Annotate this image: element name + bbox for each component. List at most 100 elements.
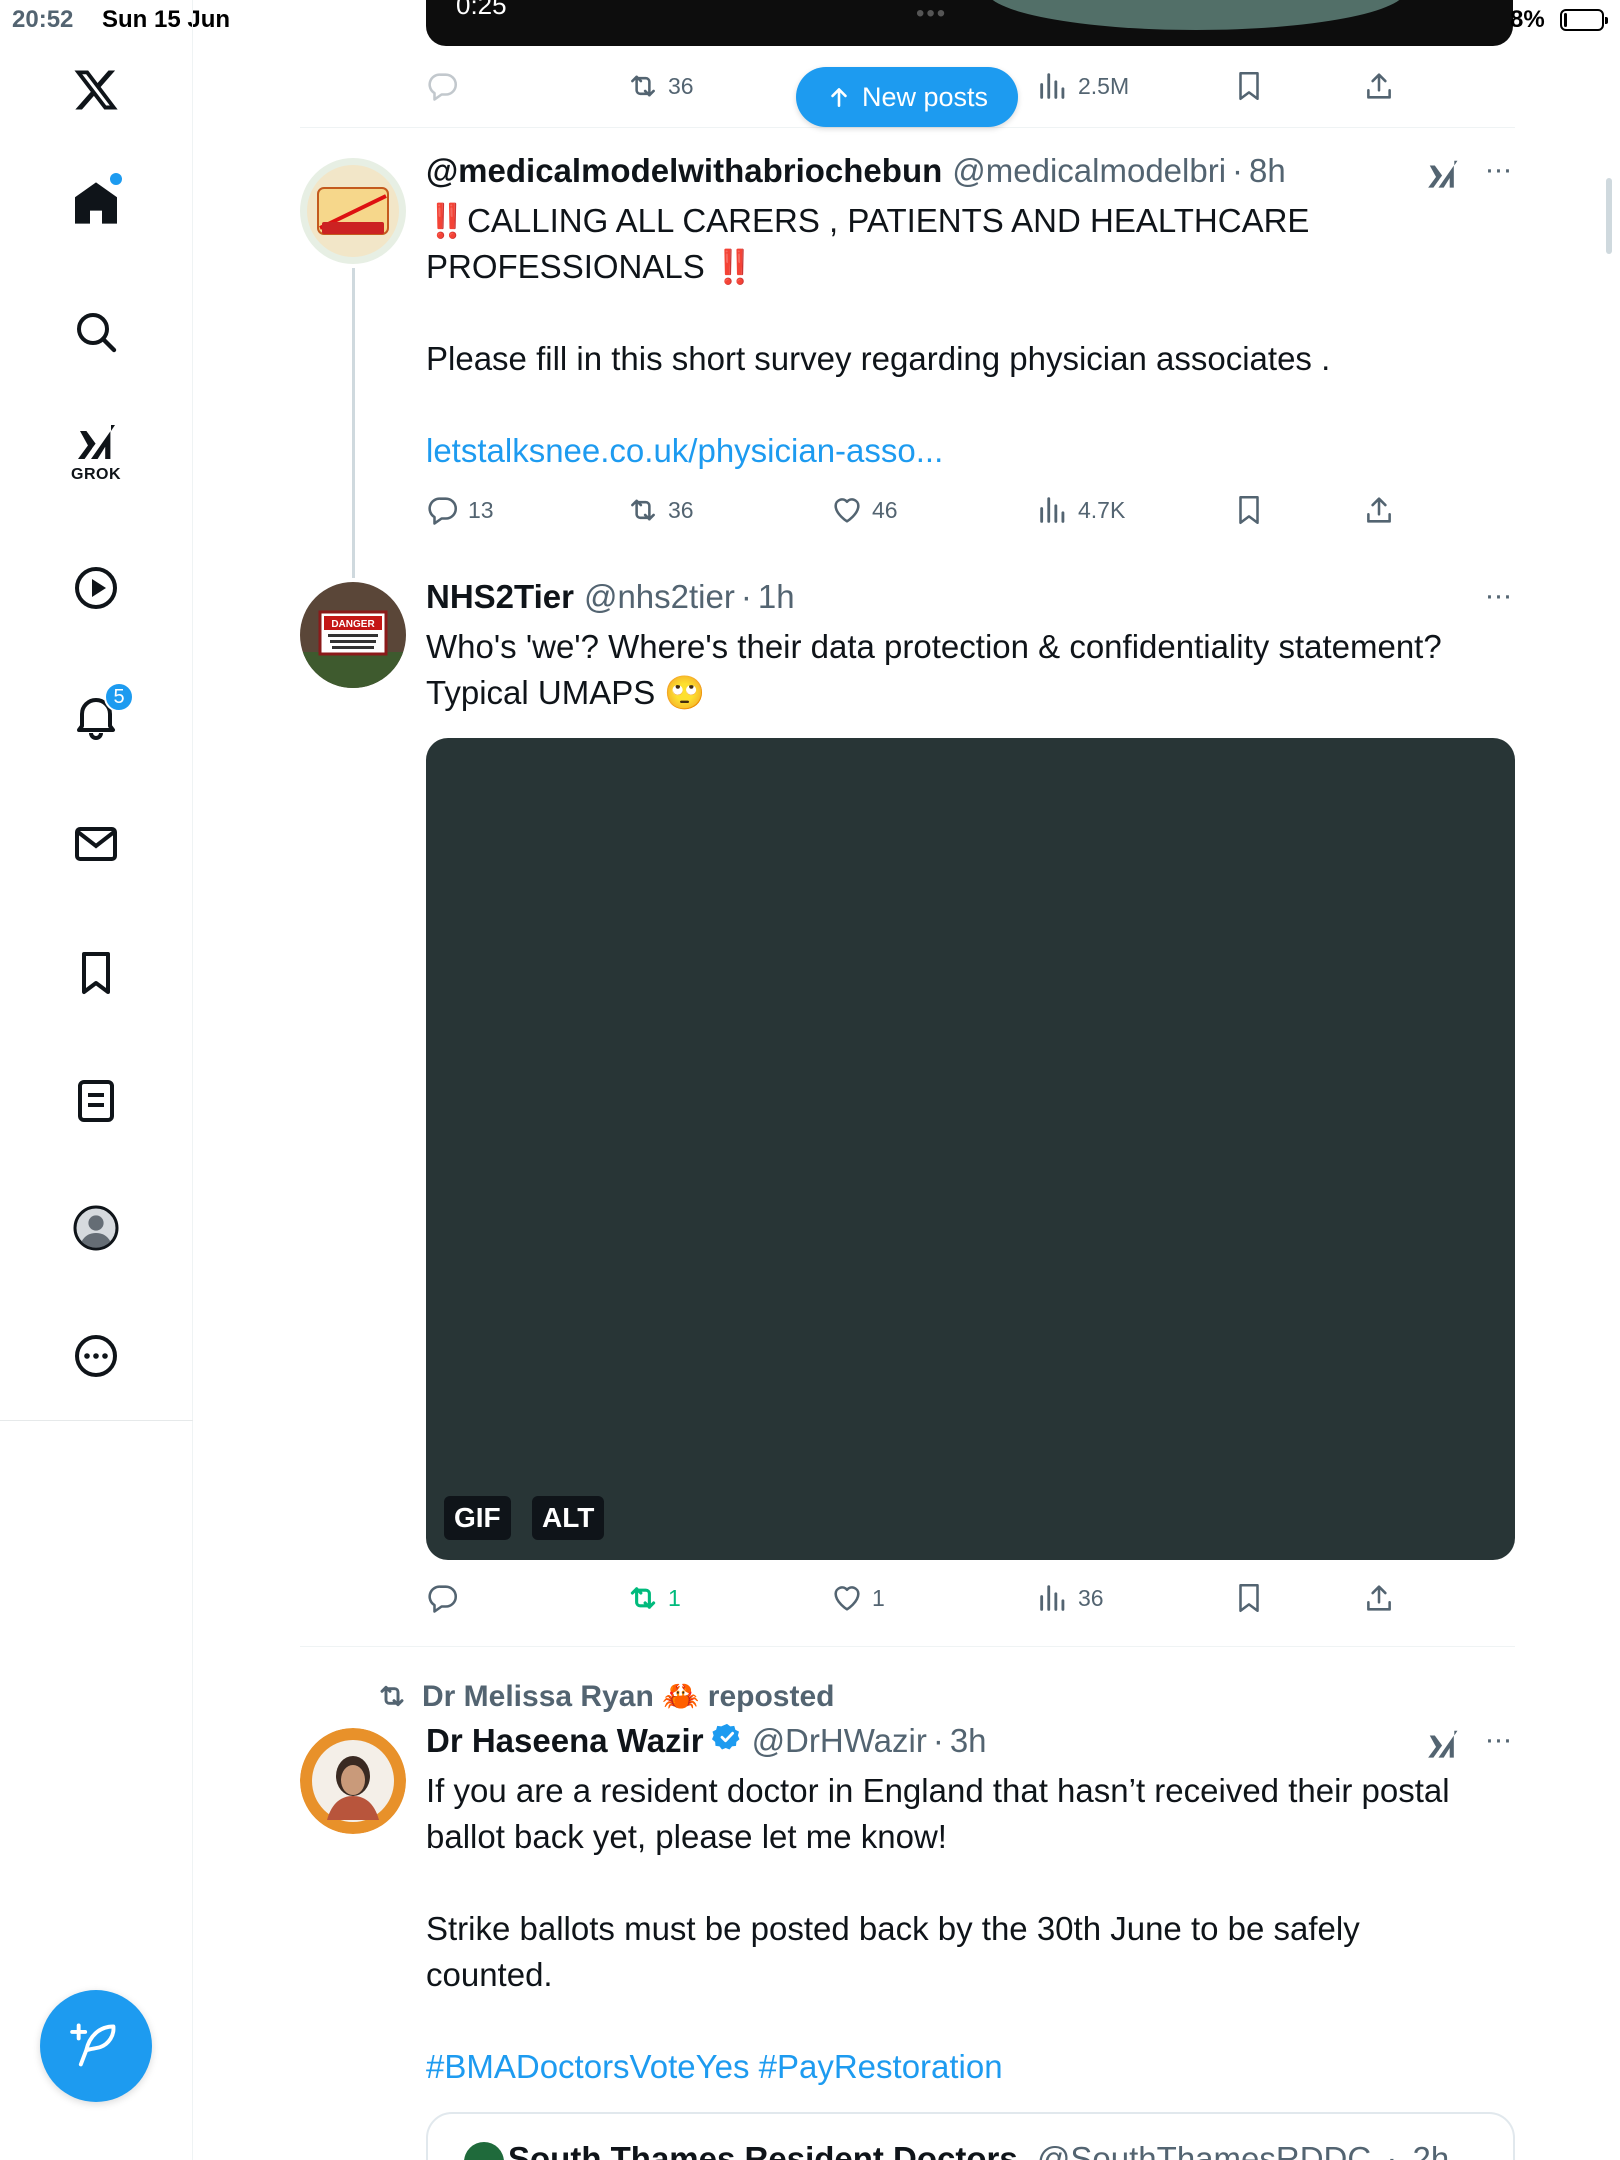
post-text: Who's 'we'? Where's their data protectio… — [426, 624, 1516, 716]
share-icon — [1367, 73, 1391, 99]
avatar[interactable] — [300, 1728, 406, 1834]
post-link[interactable]: letstalksnee.co.uk/physician-asso... — [426, 428, 1516, 474]
thread-connector — [352, 268, 355, 578]
repost-context[interactable]: Dr Melissa Ryan 🦀 reposted — [376, 1676, 835, 1716]
post-divider — [300, 1646, 1515, 1647]
video-player[interactable]: 0:25 ••• — [426, 0, 1513, 46]
views-icon — [1040, 497, 1065, 523]
user-handle[interactable]: @nhs2tier — [584, 578, 735, 616]
alt-text-button[interactable]: ALT — [532, 1496, 605, 1540]
sidebar-item-messages[interactable] — [56, 804, 136, 884]
grok-label: GROK — [71, 466, 121, 483]
separator-dot: · — [1386, 2140, 1398, 2160]
post-line: Strike ballots must be posted back by th… — [426, 1910, 1360, 1947]
avatar[interactable]: DANGER — [300, 582, 406, 688]
avatar-image: DANGER — [300, 582, 406, 688]
like-count: 46 — [872, 496, 898, 523]
views-button[interactable]: 4.7K — [1036, 488, 1125, 532]
reply-button[interactable] — [426, 64, 460, 108]
separator-dot: · — [932, 1722, 944, 1759]
avatar[interactable] — [300, 158, 406, 264]
like-button[interactable]: 46 — [830, 488, 898, 532]
bookmark-icon — [82, 952, 110, 994]
more-options-icon[interactable]: ··· — [1480, 581, 1516, 622]
display-name[interactable]: @medicalmodelwithabriochebun — [426, 152, 942, 190]
share-button[interactable] — [1362, 1576, 1396, 1620]
post-line: Typical UMAPS 🙄 — [426, 674, 706, 711]
search-icon — [77, 313, 117, 353]
sidebar-item-grok[interactable]: GROK — [56, 410, 136, 490]
like-button[interactable]: 1 — [830, 1576, 885, 1620]
new-posts-button[interactable]: New posts — [796, 67, 1018, 127]
share-icon — [1367, 497, 1391, 523]
compose-button[interactable] — [40, 1990, 152, 2102]
grok-explain-icon[interactable] — [1425, 1726, 1463, 1764]
reply-button[interactable] — [426, 1576, 460, 1620]
user-handle[interactable]: @medicalmodelbri — [952, 152, 1226, 190]
avatar-sign-title: DANGER — [331, 619, 375, 630]
grok-icon — [78, 425, 115, 459]
sidebar-item-profile[interactable] — [56, 1188, 136, 1268]
quoted-post[interactable]: South Thames Resident Doctors @SouthTham… — [426, 2112, 1515, 2160]
avatar-image — [300, 158, 406, 264]
x-logo-icon — [74, 70, 118, 110]
more-options-icon[interactable]: ··· — [1480, 1725, 1516, 1766]
scrollbar[interactable] — [1606, 178, 1612, 254]
notification-badge: 5 — [104, 682, 134, 712]
bookmark-icon — [1239, 1583, 1259, 1613]
bookmark-button[interactable] — [1232, 64, 1266, 108]
gif-media[interactable] — [426, 738, 1515, 1560]
post-time[interactable]: 1h — [758, 578, 795, 616]
retweet-icon — [631, 75, 655, 97]
new-posts-label: New posts — [861, 81, 989, 112]
grok-explain-icon[interactable] — [1425, 156, 1463, 194]
user-handle[interactable]: @DrHWazir — [752, 1722, 927, 1760]
arrow-up-icon — [831, 88, 847, 107]
share-button[interactable] — [1362, 488, 1396, 532]
sidebar-item-more[interactable] — [56, 1316, 136, 1396]
display-name[interactable]: Dr Haseena Wazir — [426, 1722, 704, 1760]
post-time[interactable]: 3h — [950, 1722, 987, 1760]
reply-button[interactable]: 13 — [426, 488, 494, 532]
quote-time: 2h — [1412, 2140, 1450, 2160]
post-line: PROFESSIONALS ‼️ — [426, 244, 1516, 290]
views-icon — [1040, 73, 1065, 99]
hashtags[interactable]: #BMADoctorsVoteYes #PayRestoration — [426, 2044, 1516, 2090]
post-time[interactable]: 8h — [1249, 152, 1286, 190]
share-button[interactable] — [1362, 64, 1396, 108]
retweet-button[interactable]: 36 — [626, 488, 694, 532]
bookmark-button[interactable] — [1232, 488, 1266, 532]
sidebar-item-explore[interactable] — [56, 292, 136, 372]
sidebar-item-home[interactable] — [56, 163, 136, 243]
video-drag-handle[interactable]: ••• — [916, 0, 947, 28]
sidebar-item-video[interactable] — [56, 548, 136, 628]
bookmark-button[interactable] — [1232, 1576, 1266, 1620]
retweet-button[interactable]: 1 — [626, 1576, 681, 1620]
home-icon — [75, 182, 117, 224]
display-name[interactable]: NHS2Tier — [426, 578, 574, 616]
x-logo[interactable] — [56, 50, 136, 130]
views-count: 4.7K — [1078, 496, 1126, 523]
retweet-count: 1 — [668, 1584, 681, 1611]
post-header: @medicalmodelwithabriochebun @medicalmod… — [426, 152, 1286, 192]
post-text: If you are a resident doctor in England … — [426, 1768, 1516, 2090]
video-timestamp: 0:25 — [456, 0, 507, 20]
retweet-button[interactable]: 36 — [626, 64, 694, 108]
retweet-icon — [631, 499, 655, 521]
sidebar-item-lists[interactable] — [56, 1061, 136, 1141]
post-line-text: PROFESSIONALS — [426, 248, 705, 285]
post-divider — [300, 127, 1515, 128]
post-header: Dr Haseena Wazir @DrHWazir · 3h — [426, 1722, 987, 1762]
emphasis-mark: ‼️ — [713, 248, 756, 285]
home-unread-dot — [110, 173, 122, 185]
sidebar-item-bookmarks[interactable] — [56, 933, 136, 1013]
views-button[interactable]: 2.5M — [1036, 64, 1129, 108]
reply-icon — [428, 1585, 458, 1613]
views-button[interactable]: 36 — [1036, 1576, 1104, 1620]
sidebar-item-notifications[interactable]: 5 — [56, 676, 136, 756]
separator-dot: · — [1232, 152, 1244, 189]
battery-icon — [1560, 9, 1608, 31]
post-line: counted. — [426, 1956, 553, 1993]
more-options-icon[interactable]: ··· — [1480, 155, 1516, 196]
